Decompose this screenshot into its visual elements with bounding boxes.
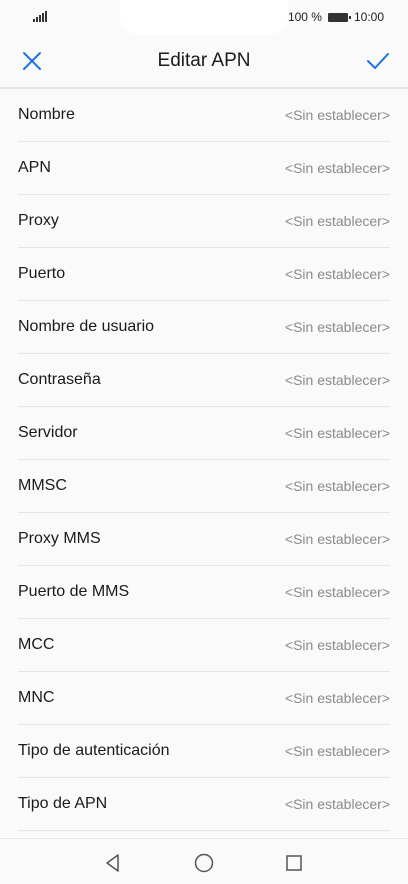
field-label: Servidor (18, 424, 78, 441)
apn-edit-screen: 100 % 10:00 Editar APN Nombre <Sin estab… (0, 0, 408, 884)
field-label: Proxy MMS (18, 530, 101, 547)
checkmark-icon (367, 53, 389, 69)
field-row-proxy-mms[interactable]: Proxy MMS <Sin establecer> (18, 513, 390, 566)
recents-square-icon (286, 855, 302, 871)
field-label: MMSC (18, 477, 67, 494)
field-label: Proxy (18, 212, 59, 229)
home-circle-icon (194, 853, 214, 873)
field-label: MNC (18, 689, 55, 706)
recents-button[interactable] (283, 852, 305, 874)
field-label: Puerto de MMS (18, 583, 130, 600)
field-value: <Sin establecer> (284, 690, 390, 706)
field-label: Tipo de autenticación (18, 742, 170, 759)
field-value: <Sin establecer> (284, 372, 390, 388)
field-value: <Sin establecer> (284, 743, 390, 759)
field-row-mnc[interactable]: MNC <Sin establecer> (18, 672, 390, 725)
page-title: Editar APN (157, 50, 251, 71)
field-row-proxy[interactable]: Proxy <Sin establecer> (18, 195, 390, 248)
battery-percent: 100 % (287, 10, 322, 24)
field-value: <Sin establecer> (284, 319, 390, 335)
clock: 10:00 (353, 10, 384, 24)
battery-icon (327, 12, 351, 22)
field-label: Nombre (18, 106, 75, 123)
apn-field-list: Nombre <Sin establecer> APN <Sin estable… (18, 89, 390, 831)
field-value: <Sin establecer> (284, 425, 390, 441)
field-value: <Sin establecer> (284, 160, 390, 176)
field-row-tipo-apn[interactable]: Tipo de APN <Sin establecer> (18, 778, 390, 831)
system-nav-bar (0, 838, 408, 884)
field-value: <Sin establecer> (284, 266, 390, 282)
app-header: Editar APN (0, 34, 408, 88)
field-row-servidor[interactable]: Servidor <Sin establecer> (18, 407, 390, 460)
field-row-puerto[interactable]: Puerto <Sin establecer> (18, 248, 390, 301)
back-button[interactable] (102, 852, 124, 874)
field-row-nombre-usuario[interactable]: Nombre de usuario <Sin establecer> (18, 301, 390, 354)
field-value: <Sin establecer> (284, 796, 390, 812)
field-label: Puerto (18, 265, 66, 282)
field-label: Tipo de APN (18, 795, 108, 812)
field-row-mcc[interactable]: MCC <Sin establecer> (18, 619, 390, 672)
field-label: Nombre de usuario (18, 318, 155, 335)
field-value: <Sin establecer> (284, 107, 390, 123)
save-button[interactable] (364, 47, 392, 75)
field-value: <Sin establecer> (284, 531, 390, 547)
field-value: <Sin establecer> (284, 478, 390, 494)
field-label: MCC (18, 636, 55, 653)
field-row-apn[interactable]: APN <Sin establecer> (18, 142, 390, 195)
field-value: <Sin establecer> (284, 637, 390, 653)
field-value: <Sin establecer> (284, 213, 390, 229)
home-button[interactable] (193, 852, 215, 874)
field-label: APN (18, 159, 51, 176)
camera-notch (120, 0, 288, 34)
field-row-puerto-mms[interactable]: Puerto de MMS <Sin establecer> (18, 566, 390, 619)
field-label: Contraseña (18, 371, 101, 388)
field-row-nombre[interactable]: Nombre <Sin establecer> (18, 89, 390, 142)
field-row-tipo-autenticacion[interactable]: Tipo de autenticación <Sin establecer> (18, 725, 390, 778)
status-bar: 100 % 10:00 (0, 0, 408, 34)
signal-icon (33, 10, 47, 22)
field-row-contrasena[interactable]: Contraseña <Sin establecer> (18, 354, 390, 407)
status-right: 100 % 10:00 (288, 9, 384, 25)
field-value: <Sin establecer> (284, 584, 390, 600)
field-row-mmsc[interactable]: MMSC <Sin establecer> (18, 460, 390, 513)
back-triangle-icon (106, 854, 119, 872)
